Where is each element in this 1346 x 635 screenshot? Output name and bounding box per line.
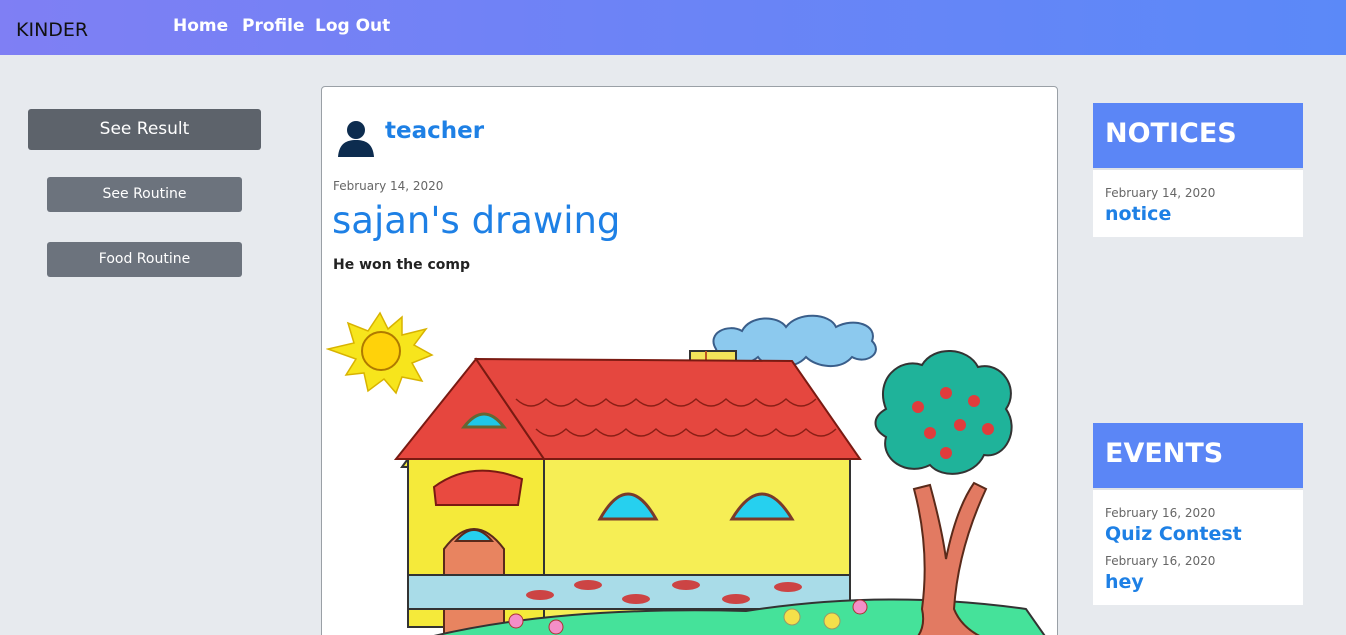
brand-logo[interactable]: KINDER bbox=[16, 19, 88, 41]
see-routine-button[interactable]: See Routine bbox=[47, 177, 242, 212]
events-list: February 16, 2020 Quiz Contest February … bbox=[1093, 488, 1303, 605]
post-title[interactable]: sajan's drawing bbox=[332, 199, 620, 242]
post-author-link[interactable]: teacher bbox=[385, 118, 484, 144]
post-card: teacher February 14, 2020 sajan's drawin… bbox=[321, 86, 1058, 635]
house-drawing-image bbox=[326, 309, 1054, 635]
post-date: February 14, 2020 bbox=[333, 179, 444, 193]
notices-panel: NOTICES February 14, 2020 notice bbox=[1093, 103, 1303, 237]
notice-link[interactable]: notice bbox=[1105, 203, 1291, 225]
events-heading: EVENTS bbox=[1093, 423, 1303, 488]
avatar-icon bbox=[338, 121, 374, 157]
food-routine-button[interactable]: Food Routine bbox=[47, 242, 242, 277]
nav-logout-link[interactable]: Log Out bbox=[315, 16, 390, 36]
event-link[interactable]: hey bbox=[1105, 571, 1291, 593]
notice-date: February 14, 2020 bbox=[1105, 186, 1216, 200]
events-panel: EVENTS February 16, 2020 Quiz Contest Fe… bbox=[1093, 423, 1303, 605]
event-date: February 16, 2020 bbox=[1105, 506, 1216, 520]
notices-heading: NOTICES bbox=[1093, 103, 1303, 168]
notices-list: February 14, 2020 notice bbox=[1093, 168, 1303, 237]
nav-profile-link[interactable]: Profile bbox=[242, 16, 304, 36]
event-date: February 16, 2020 bbox=[1105, 554, 1216, 568]
navbar: KINDER Home Profile Log Out bbox=[0, 0, 1346, 55]
nav-home-link[interactable]: Home bbox=[173, 16, 228, 36]
event-link[interactable]: Quiz Contest bbox=[1105, 523, 1291, 545]
post-body: He won the comp bbox=[333, 257, 471, 273]
see-result-button[interactable]: See Result bbox=[28, 109, 261, 150]
